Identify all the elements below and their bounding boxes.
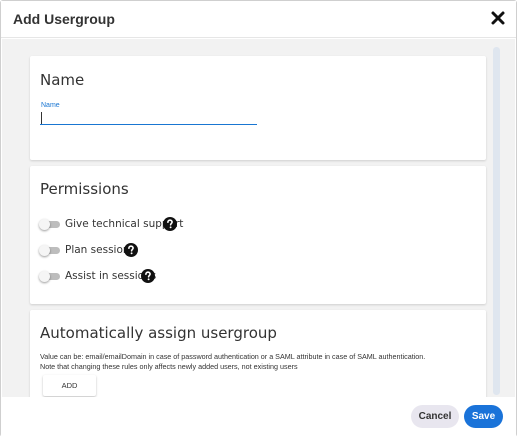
save-button[interactable]: Save <box>464 405 503 428</box>
help-icon[interactable] <box>124 243 138 257</box>
scrollbar[interactable] <box>493 47 500 395</box>
help-icon[interactable] <box>163 217 177 231</box>
name-field-label: Name <box>41 102 60 109</box>
permissions-card: Permissions Give technical support Plan … <box>30 166 486 304</box>
cancel-button[interactable]: Cancel <box>411 405 459 428</box>
scrollbar-thumb[interactable] <box>493 47 500 395</box>
name-section-title: Name <box>40 71 85 89</box>
dialog-header: Add Usergroup <box>1 1 516 38</box>
dialog-title: Add Usergroup <box>13 11 115 27</box>
name-input[interactable] <box>40 109 257 125</box>
toggle-knob <box>39 245 50 256</box>
text-cursor <box>41 112 42 124</box>
dialog-body: Name Name Permissions Give technical sup… <box>2 39 515 397</box>
name-card: Name Name <box>30 56 486 160</box>
toggle-knob <box>39 271 50 282</box>
dialog-footer: Cancel Save <box>1 397 516 437</box>
assist-in-sessions-toggle[interactable] <box>39 271 60 282</box>
close-icon[interactable] <box>490 10 506 26</box>
add-rule-button[interactable]: ADD <box>43 375 96 396</box>
auto-assign-description-line-2: Note that changing these rules only affe… <box>40 362 298 371</box>
auto-assign-description: Value can be: email/emailDomain in case … <box>40 352 480 372</box>
help-icon[interactable] <box>141 269 155 283</box>
auto-assign-card: Automatically assign usergroup Value can… <box>30 310 486 397</box>
auto-assign-section-title: Automatically assign usergroup <box>40 324 277 342</box>
toggle-knob <box>39 219 50 230</box>
auto-assign-description-line-1: Value can be: email/emailDomain in case … <box>40 352 426 361</box>
give-technical-support-toggle[interactable] <box>39 219 60 230</box>
plan-sessions-toggle[interactable] <box>39 245 60 256</box>
add-usergroup-dialog: Add Usergroup Name Name Permissions Give… <box>0 0 517 437</box>
permissions-section-title: Permissions <box>40 180 129 198</box>
